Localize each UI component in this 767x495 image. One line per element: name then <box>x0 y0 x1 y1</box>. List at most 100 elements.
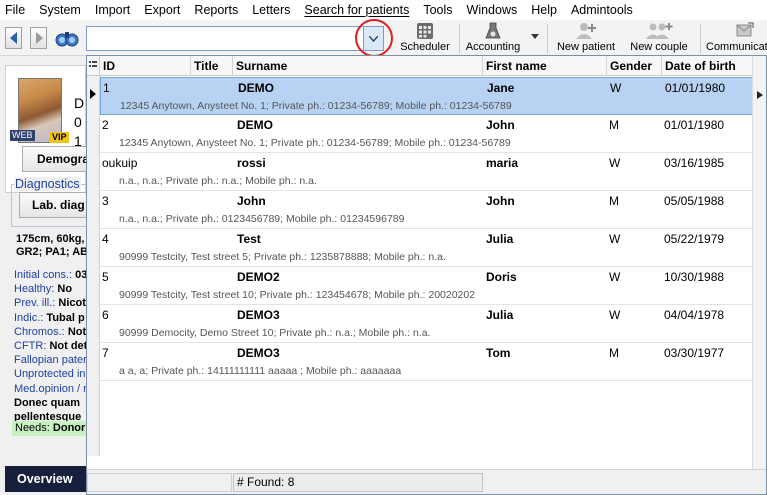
cell-address: n.a., n.a.; Private ph.: n.a.; Mobile ph… <box>119 175 317 187</box>
cell-id: 7 <box>102 346 109 360</box>
menu-admintools[interactable]: Admintools <box>564 0 640 20</box>
accounting-label: Accounting <box>465 41 521 53</box>
patient-search-dropdown: ID Title Surname First name Gender Date … <box>86 55 767 495</box>
table-row[interactable]: oukuip rossi maria W 03/16/1985 n.a., n.a.; P… <box>100 153 766 191</box>
cell-surname: DEMO2 <box>237 270 280 284</box>
column-header-title[interactable]: Title <box>191 56 233 76</box>
caret-down-icon <box>531 34 539 39</box>
new-couple-button[interactable]: New couple <box>628 22 690 56</box>
cell-address: 90999 Testcity, Test street 10; Private … <box>119 289 476 301</box>
calendar-grid-icon <box>417 23 433 39</box>
menu-reports[interactable]: Reports <box>187 0 245 20</box>
menu-search-for-patients[interactable]: Search for patients <box>297 0 416 20</box>
cell-gender: W <box>610 81 622 95</box>
info-healthy: Healthy: No <box>14 283 73 296</box>
cell-date-of-birth: 05/22/1979 <box>664 232 725 246</box>
menu-import[interactable]: Import <box>88 0 137 20</box>
cell-gender: M <box>609 346 619 360</box>
communication-button[interactable]: Communicati <box>706 22 767 56</box>
column-header-id[interactable]: ID <box>100 56 191 76</box>
needs-bar: Needs: Donor <box>12 421 86 436</box>
cell-id: 6 <box>102 308 109 322</box>
scheduler-button[interactable]: Scheduler <box>398 22 452 56</box>
table-row[interactable]: 6 DEMO3 Julia W 04/04/1978 90999 Democity, De… <box>100 305 766 343</box>
table-row[interactable]: 5 DEMO2 Doris W 10/30/1988 90999 Testcity, Te… <box>100 267 766 305</box>
new-patient-button[interactable]: New patient <box>554 22 618 56</box>
cell-surname: rossi <box>237 156 266 170</box>
info-indic: Indic.: Tubal p <box>14 311 85 324</box>
new-couple-label: New couple <box>630 41 688 53</box>
vertical-scrollbar[interactable] <box>752 56 766 486</box>
patient-card-text: D 0 1 <box>74 95 85 149</box>
column-chooser-icon[interactable] <box>87 56 100 76</box>
flask-icon <box>485 22 501 39</box>
column-header-first-name[interactable]: First name <box>483 56 607 76</box>
menu-file[interactable]: File <box>0 0 32 20</box>
cell-date-of-birth: 01/01/1980 <box>664 118 725 132</box>
lab-diagnostics-button[interactable]: Lab. diag <box>19 192 86 218</box>
menu-system[interactable]: System <box>32 0 88 20</box>
info-prev-ill: Prev. ill.: Nicot <box>14 297 86 310</box>
cell-id: oukuip <box>102 156 138 170</box>
current-row-indicator <box>90 89 96 99</box>
info-fallopian: Fallopian pater <box>14 354 86 367</box>
menu-bar: File System Import Export Reports Letter… <box>0 0 767 20</box>
table-row[interactable]: 4 Test Julia W 05/22/1979 90999 Testcity, Tes… <box>100 229 766 267</box>
toolbar-separator <box>547 24 548 54</box>
toolbar-separator <box>700 24 701 54</box>
cell-address: 12345 Anytown, Anysteet No. 1; Private p… <box>119 137 511 149</box>
demographics-button[interactable]: Demogra <box>22 146 86 172</box>
accounting-button[interactable]: Accounting <box>463 22 523 56</box>
table-row[interactable]: 1 DEMO Jane W 01/01/1980 12345 Anytown, Anyst… <box>100 77 766 115</box>
cell-address: 90999 Democity, Demo Street 10; Private … <box>119 327 431 339</box>
menu-windows[interactable]: Windows <box>460 0 525 20</box>
cell-first-name: John <box>486 194 515 208</box>
menu-help[interactable]: Help <box>524 0 564 20</box>
menu-tools[interactable]: Tools <box>416 0 459 20</box>
patient-search-combo[interactable] <box>86 26 384 51</box>
cell-gender: W <box>609 270 621 284</box>
cell-gender: M <box>609 118 619 132</box>
cell-surname: DEMO <box>238 81 274 95</box>
diagnostics-label: Diagnostics <box>14 177 81 191</box>
back-button[interactable] <box>5 27 22 49</box>
cell-id: 1 <box>103 81 110 95</box>
row-selector-column <box>87 76 100 456</box>
web-badge: WEB <box>10 130 35 141</box>
cell-date-of-birth: 03/30/1977 <box>664 346 725 360</box>
column-header-surname[interactable]: Surname <box>233 56 483 76</box>
table-row[interactable]: 7 DEMO3 Tom M 03/30/1977 a a, a; Private ph.:… <box>100 343 766 381</box>
cell-first-name: John <box>486 118 515 132</box>
table-row[interactable]: 3 John John M 05/05/1988 n.a., n.a.; Private … <box>100 191 766 229</box>
highlight-circle <box>355 19 393 57</box>
cell-gender: M <box>609 194 619 208</box>
grid-footer: # Found: 8 <box>87 469 766 494</box>
clinical-info-list: Initial cons.: 03 Healthy: No Prev. ill.… <box>14 268 86 424</box>
add-person-icon <box>576 23 596 39</box>
table-row[interactable]: 2 DEMO John M 01/01/1980 12345 Anytown, Anyst… <box>100 115 766 153</box>
vitals-line-2: GR2; PA1; AB <box>16 246 86 258</box>
arrow-right-icon <box>35 32 43 44</box>
cell-date-of-birth: 01/01/1980 <box>665 81 726 95</box>
patient-search-button[interactable] <box>54 26 80 50</box>
vitals-line-1: 175cm, 60kg, <box>16 233 85 245</box>
column-header-date-of-birth[interactable]: Date of birth <box>662 56 752 76</box>
cell-surname: DEMO <box>237 118 273 132</box>
menu-export[interactable]: Export <box>137 0 187 20</box>
column-header-gender[interactable]: Gender <box>607 56 662 76</box>
cell-surname: Test <box>237 232 261 246</box>
patient-card[interactable]: WEB VIP D 0 1 <box>5 65 86 193</box>
found-count: # Found: 8 <box>233 473 483 492</box>
cell-first-name: Tom <box>486 346 511 360</box>
forward-button[interactable] <box>30 27 47 49</box>
cell-surname: DEMO3 <box>237 346 280 360</box>
toolbar-separator <box>459 24 460 54</box>
menu-letters[interactable]: Letters <box>245 0 297 20</box>
tab-overview[interactable]: Overview <box>5 466 86 492</box>
info-unprotected: Unprotected in <box>14 368 86 381</box>
note-line-1: Donec quam <box>14 396 81 409</box>
cell-address: n.a., n.a.; Private ph.: 0123456789; Mob… <box>119 213 405 225</box>
cell-date-of-birth: 03/16/1985 <box>664 156 725 170</box>
cell-date-of-birth: 10/30/1988 <box>664 270 725 284</box>
patient-search-input[interactable] <box>87 27 363 50</box>
